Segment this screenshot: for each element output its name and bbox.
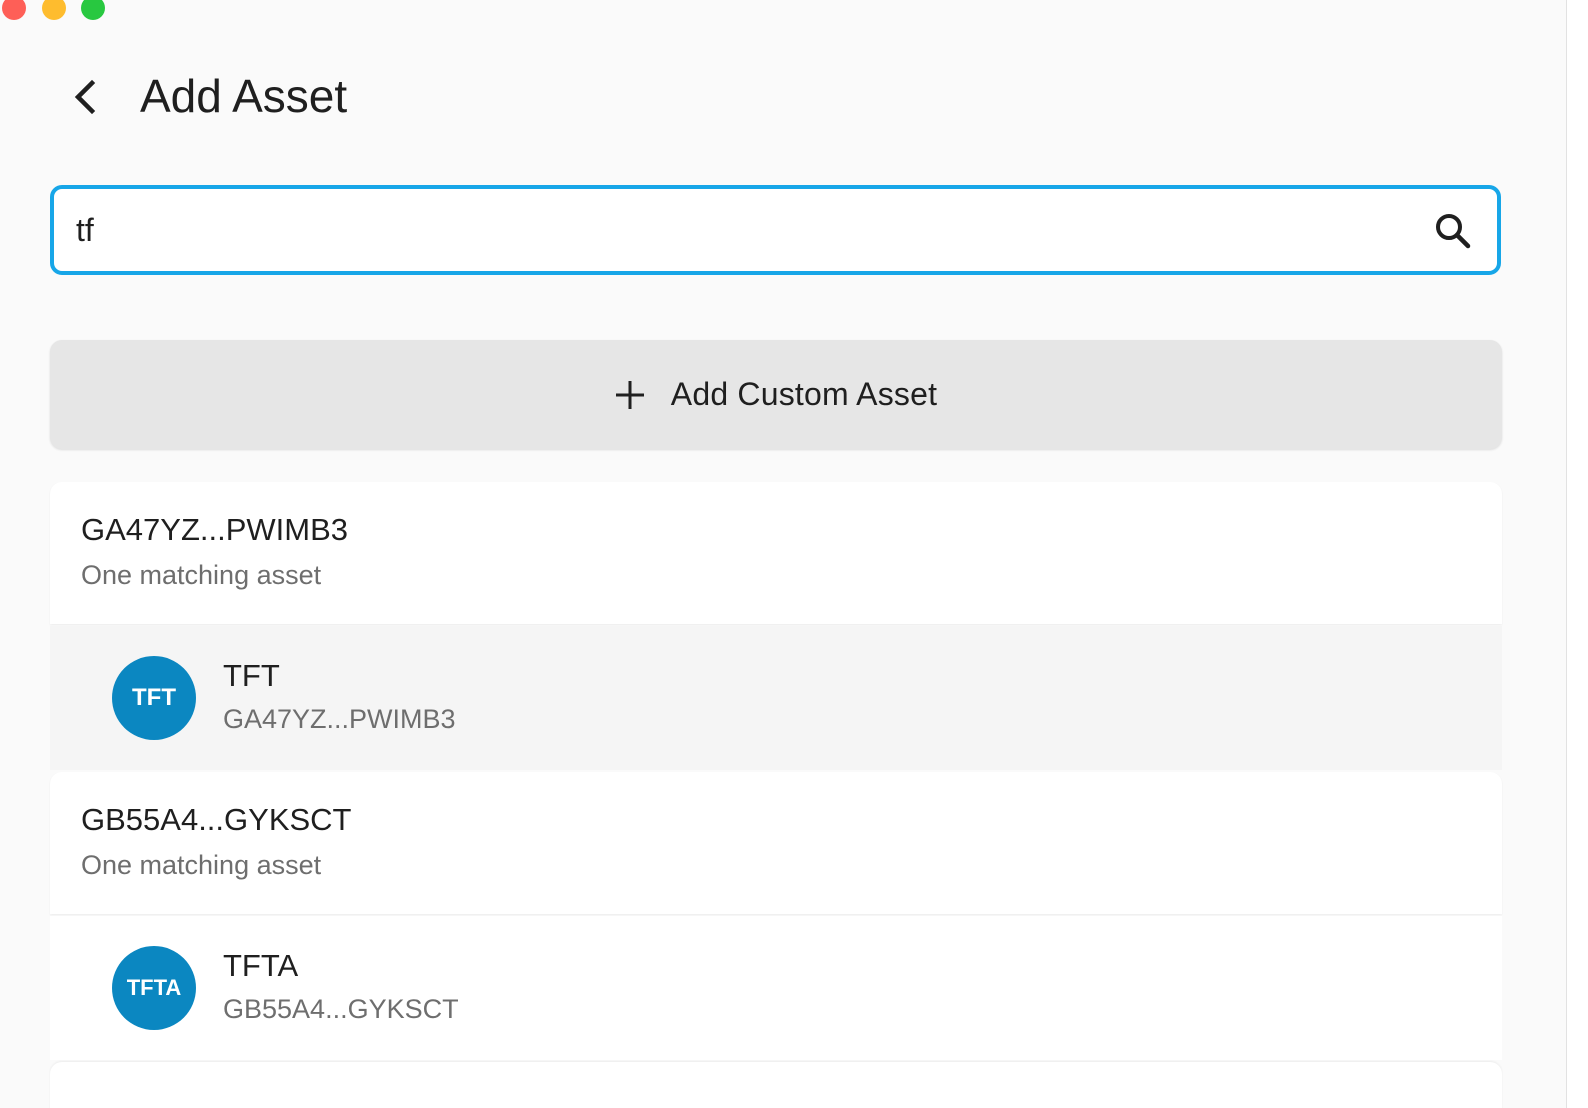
window-close-button[interactable] bbox=[2, 0, 26, 20]
app-window: Add Asset Add Custom Asset GA47YZ...PWIM… bbox=[0, 0, 1566, 1108]
asset-row-tfta[interactable]: TFTA TFTA GB55A4...GYKSCT bbox=[50, 916, 1502, 1060]
plus-icon bbox=[615, 380, 644, 409]
asset-code: TFTA bbox=[223, 948, 299, 983]
issuer-group-subtitle: One matching asset bbox=[81, 560, 322, 590]
asset-code: TFT bbox=[223, 658, 280, 693]
chevron-left-icon bbox=[74, 79, 96, 115]
back-button[interactable] bbox=[62, 74, 108, 120]
asset-issuer: GA47YZ...PWIMB3 bbox=[223, 704, 456, 734]
issuer-group-subtitle: One matching asset bbox=[81, 850, 322, 880]
asset-avatar: TFTA bbox=[112, 946, 196, 1030]
search-icon[interactable] bbox=[1433, 211, 1473, 251]
page-title: Add Asset bbox=[140, 70, 348, 122]
add-custom-asset-label: Add Custom Asset bbox=[670, 376, 938, 412]
asset-avatar: TFT bbox=[112, 656, 196, 740]
issuer-group-header bbox=[50, 1062, 1502, 1108]
search-input[interactable] bbox=[76, 189, 1376, 271]
issuer-group-title: GA47YZ...PWIMB3 bbox=[81, 512, 349, 547]
window-maximize-button[interactable] bbox=[81, 0, 105, 20]
issuer-group-header: GB55A4...GYKSCT One matching asset bbox=[50, 772, 1502, 914]
window-minimize-button[interactable] bbox=[42, 0, 66, 20]
asset-row-tft[interactable]: TFT TFT GA47YZ...PWIMB3 bbox=[50, 626, 1502, 770]
issuer-group-header: GA47YZ...PWIMB3 One matching asset bbox=[50, 482, 1502, 624]
issuer-group-title: GB55A4...GYKSCT bbox=[81, 802, 352, 837]
add-custom-asset-button[interactable]: Add Custom Asset bbox=[50, 340, 1502, 449]
search-field[interactable] bbox=[50, 185, 1501, 275]
window-border bbox=[1566, 0, 1567, 1108]
asset-issuer: GB55A4...GYKSCT bbox=[223, 994, 459, 1024]
asset-list: GA47YZ...PWIMB3 One matching asset TFT T… bbox=[50, 482, 1502, 1108]
